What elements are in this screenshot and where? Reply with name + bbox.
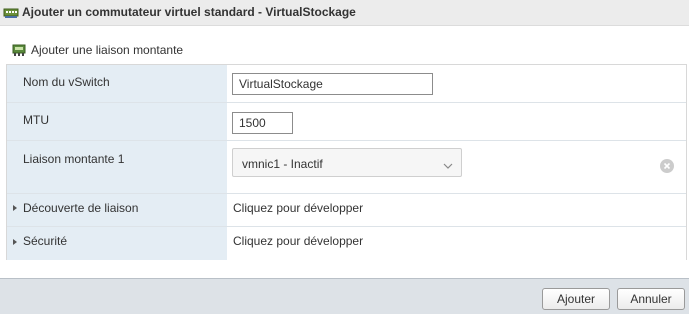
vswitch-name-label: Nom du vSwitch [23,75,110,89]
vswitch-icon [3,4,19,20]
dialog-footer: Ajouter Annuler [0,278,689,314]
uplink-1-select[interactable]: vmnic1 - Inactif [232,148,462,177]
expand-caret-icon[interactable] [13,239,17,245]
network-card-icon [12,43,26,57]
security-label: Sécurité [23,234,68,248]
security-expand-text[interactable]: Cliquez pour développer [233,234,363,248]
cancel-button[interactable]: Annuler [617,288,685,310]
add-uplink-button[interactable]: Ajouter une liaison montante [12,42,183,58]
add-uplink-label: Ajouter une liaison montante [31,43,184,57]
remove-circle-icon[interactable] [660,159,674,173]
row-mtu: MTU [7,103,686,141]
uplink-1-selected-value: vmnic1 - Inactif [242,157,323,171]
vswitch-form: Nom du vSwitch MTU Liaison montante 1 vm… [6,64,687,260]
expand-caret-icon[interactable] [13,205,17,211]
dialog-title: Ajouter un commutateur virtuel standard … [22,5,356,19]
link-discovery-expand-text[interactable]: Cliquez pour développer [233,201,363,215]
mtu-label: MTU [23,113,49,127]
link-discovery-label: Découverte de liaison [23,201,139,215]
row-link-discovery[interactable]: Découverte de liaison Cliquez pour dével… [7,194,686,227]
row-vswitch-name: Nom du vSwitch [7,65,686,103]
row-security[interactable]: Sécurité Cliquez pour développer [7,227,686,260]
chevron-down-icon [443,159,453,169]
row-uplink-1: Liaison montante 1 vmnic1 - Inactif [7,141,686,194]
vswitch-name-input[interactable] [232,73,433,95]
add-button[interactable]: Ajouter [542,288,610,310]
uplink-1-label: Liaison montante 1 [23,152,125,166]
mtu-input[interactable] [232,112,293,134]
dialog-titlebar: Ajouter un commutateur virtuel standard … [0,0,689,26]
